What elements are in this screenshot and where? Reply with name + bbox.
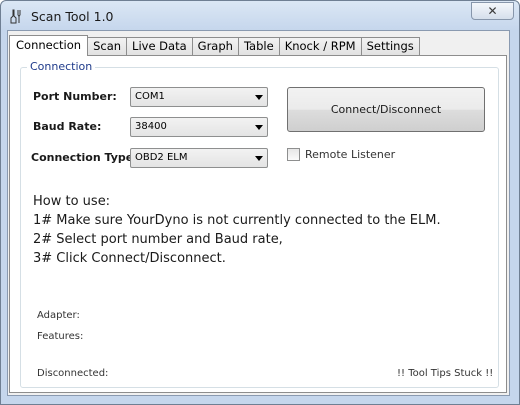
close-icon: ✕: [487, 4, 498, 18]
connection-type-select[interactable]: OBD2 ELM: [130, 148, 268, 168]
port-number-label: Port Number:: [33, 90, 117, 103]
howto-step: 3# Click Connect/Disconnect.: [33, 251, 226, 266]
window-title: Scan Tool 1.0: [31, 9, 114, 24]
baud-rate-label: Baud Rate:: [33, 120, 102, 133]
tab-scan[interactable]: Scan: [87, 37, 128, 55]
howto-step: 2# Select port number and Baud rate,: [33, 232, 283, 247]
howto-title: How to use:: [33, 194, 111, 209]
close-button[interactable]: ✕: [471, 2, 514, 20]
connection-group-title: Connection: [27, 60, 96, 73]
connect-disconnect-label: Connect/Disconnect: [330, 103, 442, 116]
connection-type-value: OBD2 ELM: [135, 152, 188, 163]
connection-status: Disconnected:: [37, 368, 109, 379]
tab-connection[interactable]: Connection: [9, 35, 89, 56]
chevron-down-icon: [255, 125, 263, 130]
tooltip-notice: !! Tool Tips Stuck !!: [397, 368, 494, 379]
connect-disconnect-button[interactable]: Connect/Disconnect: [287, 87, 485, 132]
connection-type-label: Connection Type:: [31, 151, 138, 164]
tab-knock-rpm[interactable]: Knock / RPM: [278, 37, 362, 55]
tab-table[interactable]: Table: [237, 37, 280, 55]
tab-strip: Connection Scan Live Data Graph Table Kn…: [9, 35, 420, 56]
remote-listener-label[interactable]: Remote Listener: [305, 148, 395, 161]
tab-live-data[interactable]: Live Data: [126, 37, 193, 55]
features-label: Features:: [37, 331, 84, 342]
chevron-down-icon: [255, 95, 263, 100]
app-icon: [10, 9, 21, 24]
port-number-value: COM1: [135, 91, 165, 102]
port-number-select[interactable]: COM1: [130, 87, 268, 107]
tab-settings[interactable]: Settings: [360, 37, 420, 55]
tab-graph[interactable]: Graph: [191, 37, 239, 55]
chevron-down-icon: [255, 156, 263, 161]
howto-step: 1# Make sure YourDyno is not currently c…: [33, 213, 441, 228]
adapter-label: Adapter:: [37, 310, 80, 321]
title-bar[interactable]: Scan Tool 1.0 ✕: [1, 1, 519, 31]
baud-rate-value: 38400: [135, 121, 167, 132]
remote-listener-checkbox[interactable]: [287, 148, 300, 161]
baud-rate-select[interactable]: 38400: [130, 117, 268, 137]
